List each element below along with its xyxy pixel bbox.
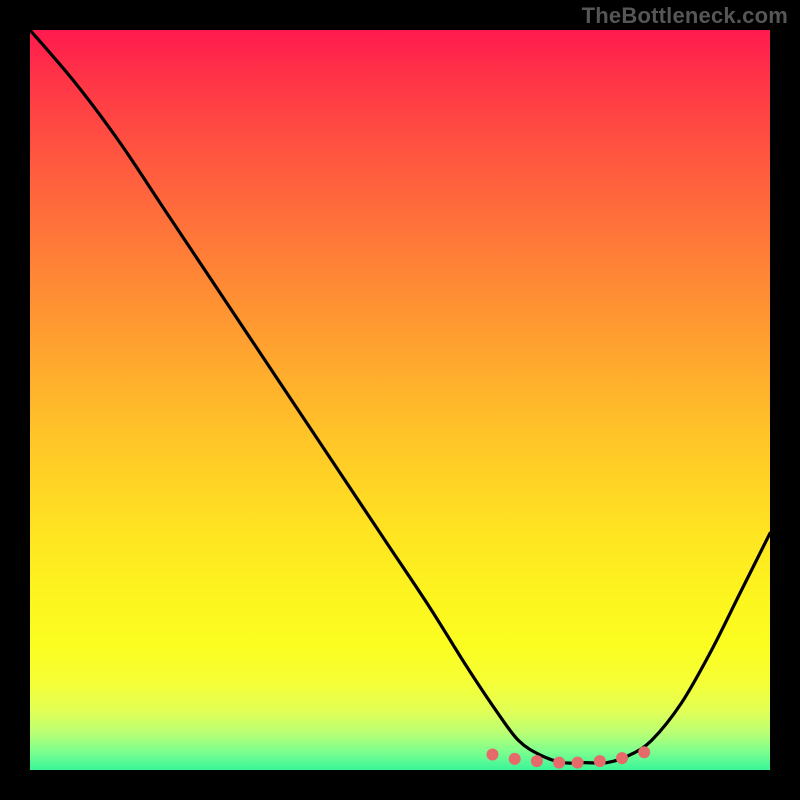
chart-svg: [30, 30, 770, 770]
highlight-dot: [594, 755, 606, 767]
highlight-dot: [616, 752, 628, 764]
highlight-dot: [572, 757, 584, 769]
highlight-dot: [638, 746, 650, 758]
highlight-dot: [487, 748, 499, 760]
highlight-markers: [487, 746, 651, 768]
curve-line: [30, 30, 770, 763]
highlight-dot: [509, 753, 521, 765]
plot-area: [30, 30, 770, 770]
chart-frame: TheBottleneck.com: [0, 0, 800, 800]
attribution-label: TheBottleneck.com: [582, 3, 788, 29]
highlight-dot: [531, 755, 543, 767]
highlight-dot: [553, 757, 565, 769]
